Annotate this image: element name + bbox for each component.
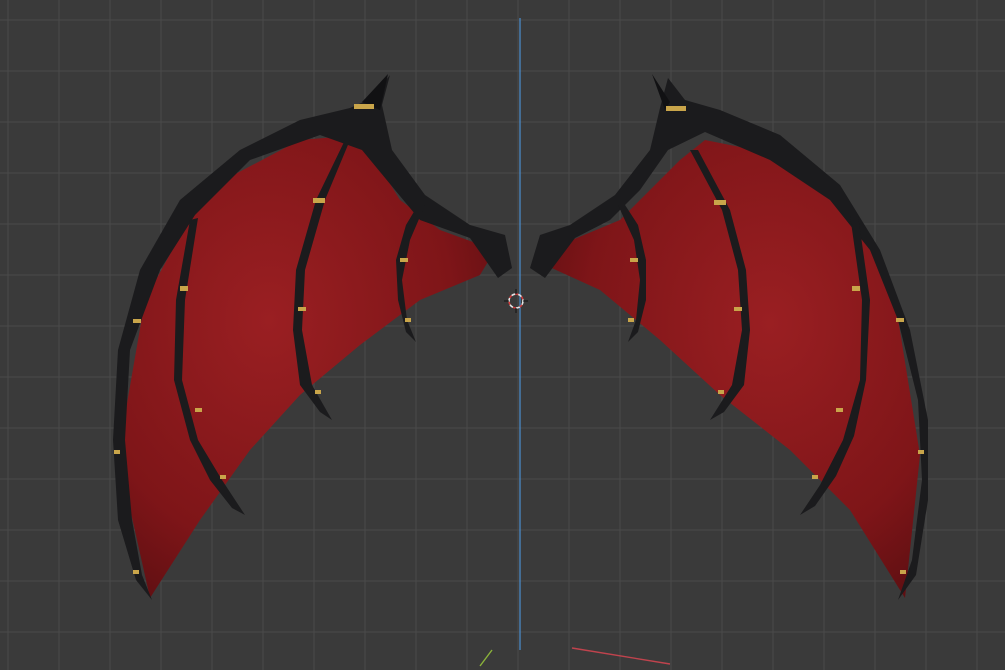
y-axis-line (479, 649, 493, 667)
x-axis-line (571, 647, 671, 665)
viewport-canvas[interactable] (0, 0, 1005, 670)
right-wing[interactable] (530, 74, 928, 600)
3d-cursor[interactable] (504, 289, 528, 313)
left-wing[interactable] (113, 74, 512, 600)
3d-viewport[interactable] (0, 0, 1005, 670)
